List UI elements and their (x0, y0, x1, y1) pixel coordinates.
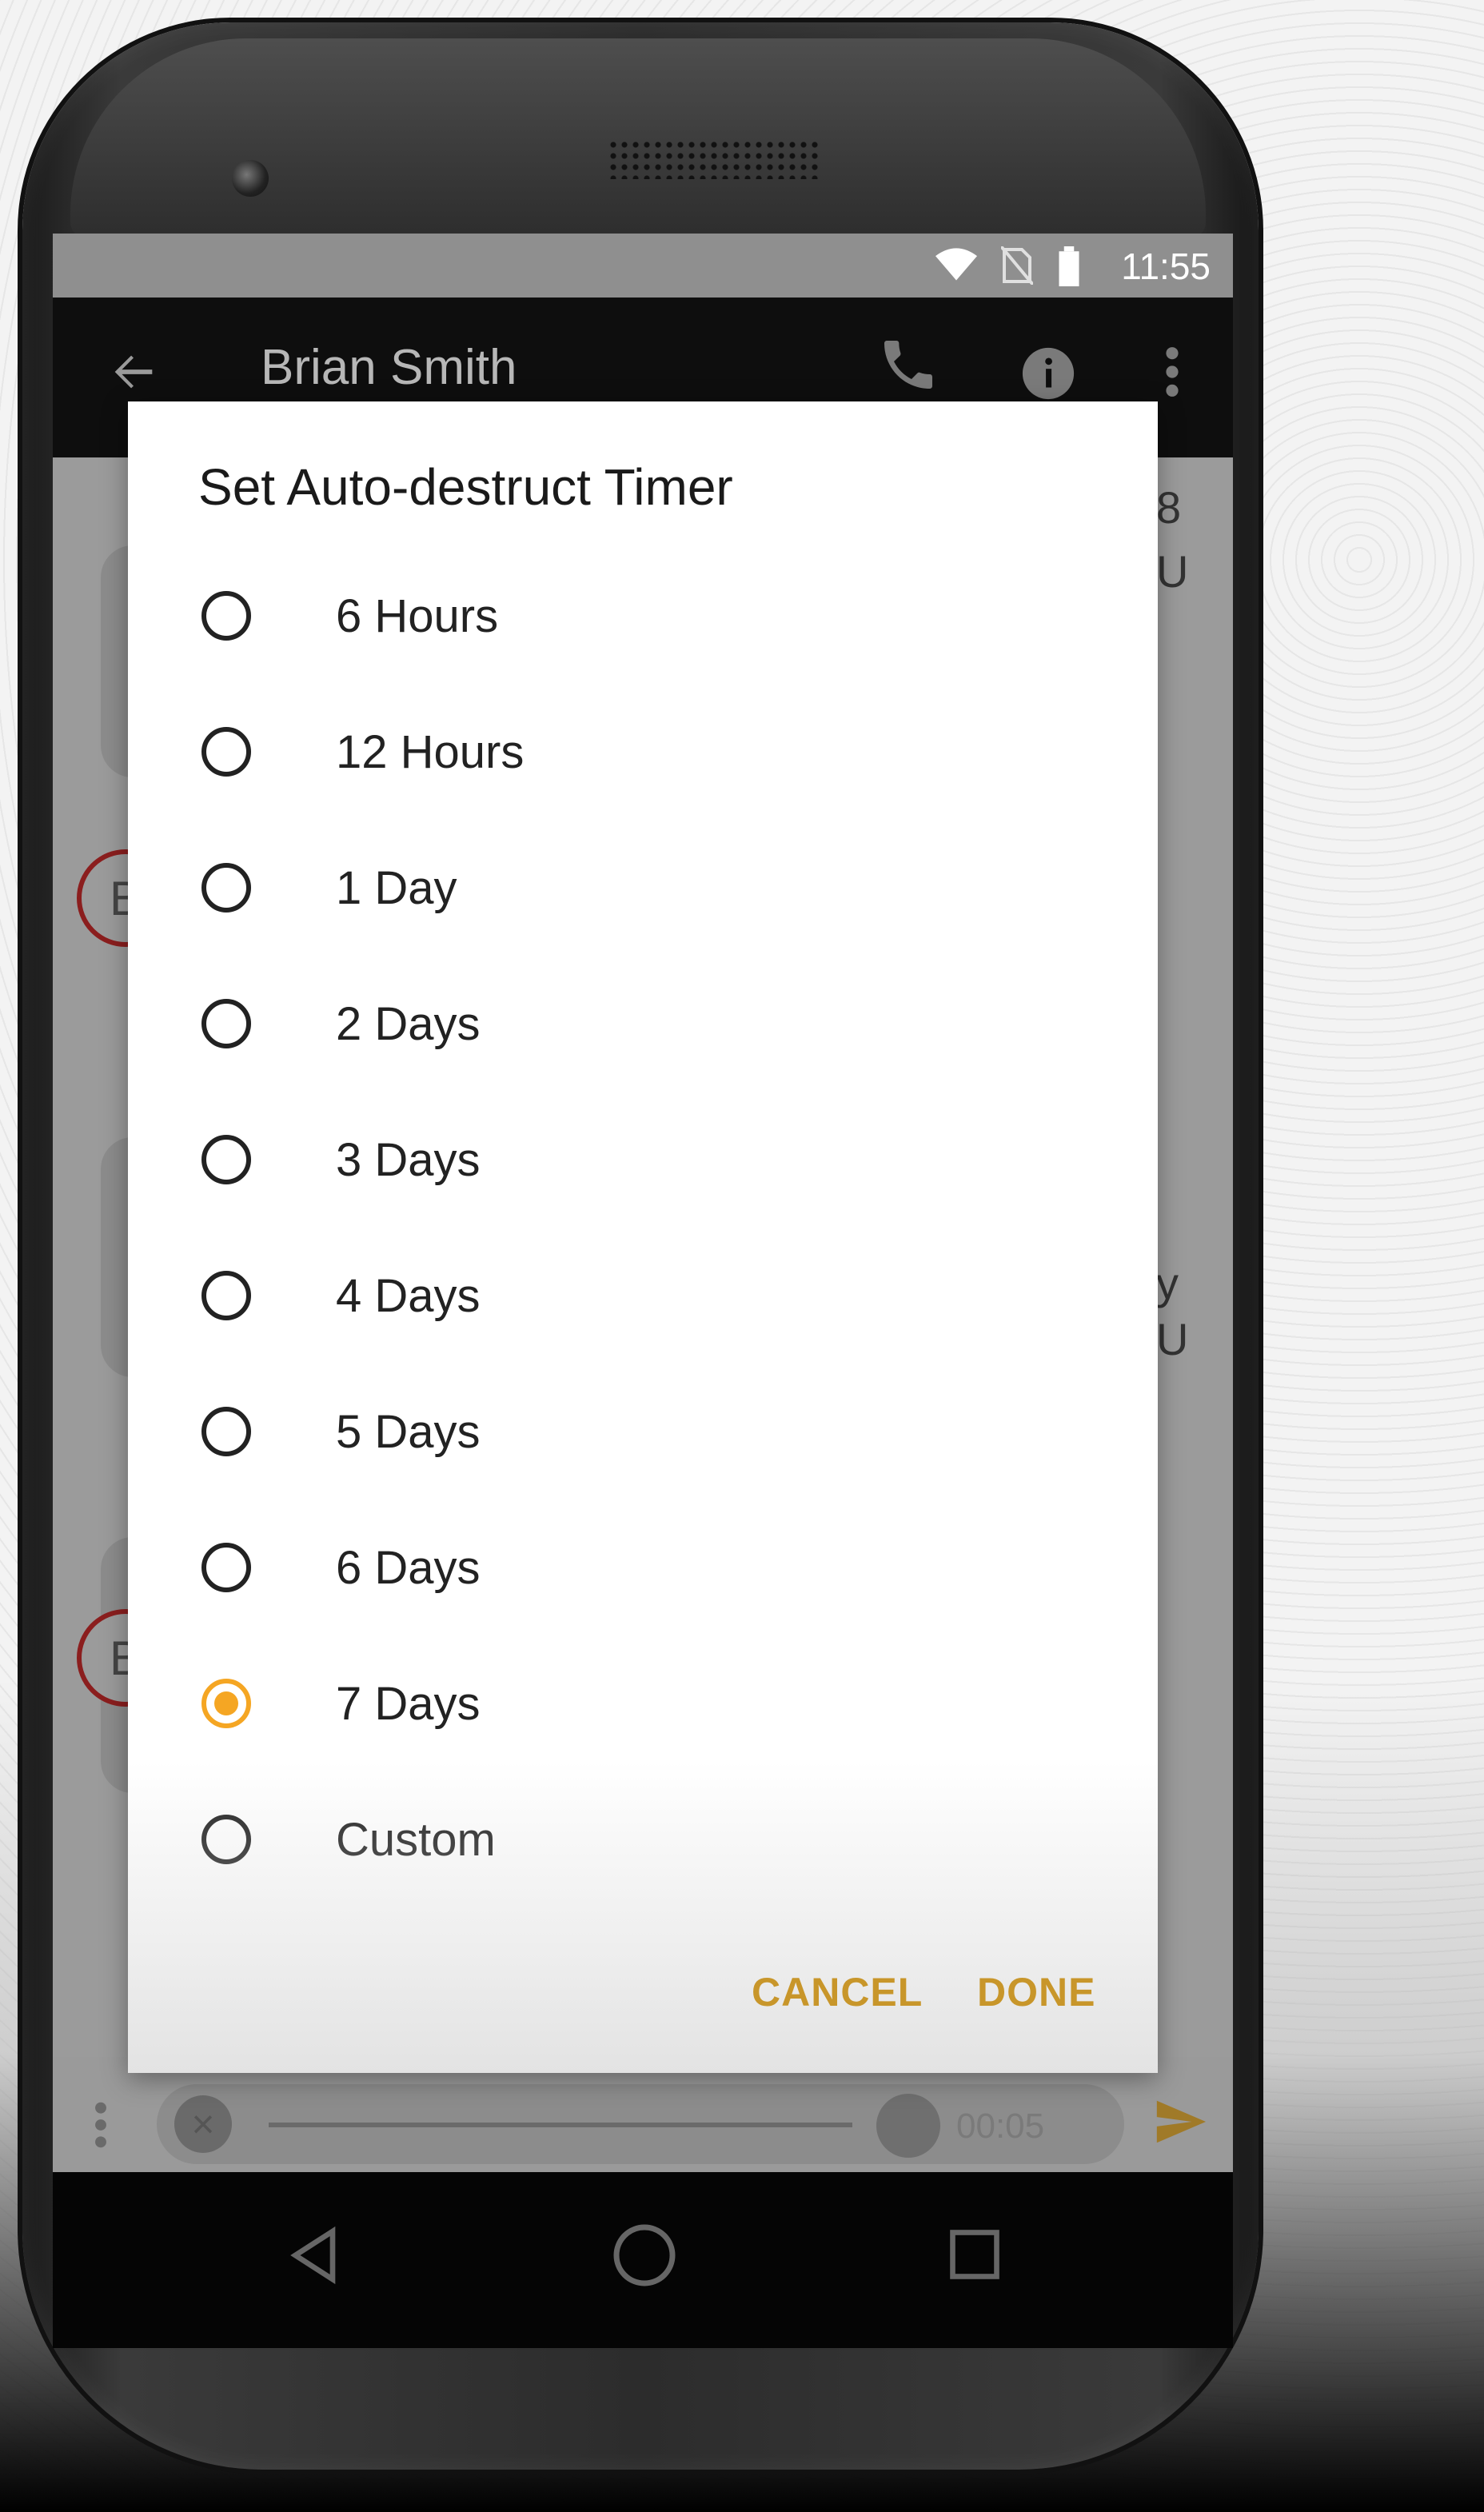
phone-top-bezel (70, 38, 1206, 238)
radio-button[interactable] (201, 591, 251, 641)
status-icons (935, 246, 1081, 286)
option-label: 1 Day (336, 861, 457, 914)
option-label: 4 Days (336, 1269, 481, 1322)
option-6-days[interactable]: 6 Days (128, 1500, 1158, 1635)
dialog-actions: CANCEL DONE (128, 1953, 1158, 2041)
status-time: 11:55 (1121, 246, 1211, 287)
earpiece-speaker (608, 139, 822, 179)
option-7-days[interactable]: 7 Days (128, 1635, 1158, 1771)
conversation-title: Brian Smith (261, 340, 517, 395)
recording-progress-track[interactable] (269, 2123, 852, 2127)
nav-back-icon[interactable] (285, 2223, 349, 2287)
option-label: 2 Days (336, 997, 481, 1050)
dialog-title: Set Auto-destruct Timer (198, 458, 733, 516)
option-label: 7 Days (336, 1677, 481, 1730)
radio-button[interactable] (201, 727, 251, 777)
peek-text: y (1156, 1258, 1179, 1308)
navigation-bar (53, 2172, 1233, 2348)
radio-button[interactable] (201, 863, 251, 913)
peek-text: 8 (1156, 482, 1182, 533)
front-camera (232, 160, 269, 197)
voice-recording-bar: × 00:05 (157, 2084, 1124, 2164)
battery-icon (1059, 246, 1079, 286)
radio-button[interactable] (201, 1271, 251, 1320)
status-bar: 11:55 (53, 234, 1233, 298)
nav-recents-icon[interactable] (948, 2228, 1001, 2281)
option-label: 12 Hours (336, 725, 525, 778)
option-label: Custom (336, 1813, 496, 1866)
option-2-days[interactable]: 2 Days (128, 956, 1158, 1092)
option-label: 6 Days (336, 1541, 481, 1594)
option-3-days[interactable]: 3 Days (128, 1092, 1158, 1228)
option-label: 5 Days (336, 1405, 481, 1458)
radio-button[interactable] (201, 1815, 251, 1864)
close-icon[interactable]: × (174, 2095, 232, 2153)
voice-composer: × 00:05 (53, 2057, 1233, 2172)
option-1-day[interactable]: 1 Day (128, 820, 1158, 956)
radio-button[interactable] (201, 1543, 251, 1592)
nav-home-icon[interactable] (611, 2222, 678, 2289)
back-arrow-icon[interactable] (106, 344, 162, 400)
radio-button-selected[interactable] (201, 1679, 251, 1728)
recording-time: 00:05 (956, 2107, 1045, 2146)
peek-text: U (1156, 1314, 1189, 1364)
option-5-days[interactable]: 5 Days (128, 1364, 1158, 1500)
option-4-days[interactable]: 4 Days (128, 1228, 1158, 1364)
option-label: 6 Hours (336, 589, 499, 642)
no-sim-icon (1001, 246, 1033, 285)
peek-text: U (1156, 546, 1189, 597)
radio-button[interactable] (201, 1407, 251, 1456)
option-custom[interactable]: Custom (128, 1771, 1158, 1907)
radio-button[interactable] (201, 1135, 251, 1184)
send-icon[interactable] (1148, 2094, 1212, 2150)
cancel-button[interactable]: CANCEL (752, 1969, 923, 2015)
info-icon[interactable] (1020, 345, 1076, 401)
phone-icon[interactable] (876, 333, 940, 397)
option-label: 3 Days (336, 1133, 481, 1186)
play-icon[interactable] (876, 2094, 940, 2158)
done-button[interactable]: DONE (977, 1969, 1095, 2015)
more-vert-icon[interactable] (94, 2097, 107, 2153)
more-vert-icon[interactable] (1164, 344, 1180, 400)
radio-button[interactable] (201, 999, 251, 1048)
option-6-hours[interactable]: 6 Hours (128, 548, 1158, 684)
option-12-hours[interactable]: 12 Hours (128, 684, 1158, 820)
auto-destruct-timer-dialog: Set Auto-destruct Timer 6 Hours 12 Hours… (128, 401, 1158, 2073)
wifi-icon (935, 248, 977, 281)
